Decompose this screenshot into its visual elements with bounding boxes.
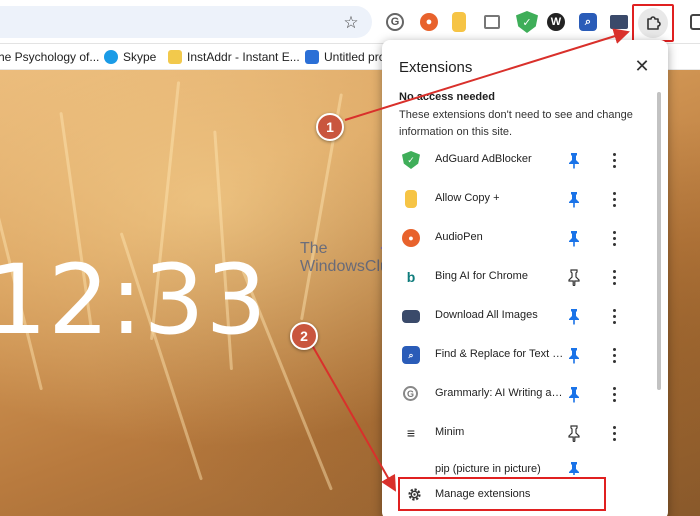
adguard-icon: ✓: [402, 151, 420, 169]
find-replace-icon: ⌕: [402, 346, 420, 364]
bookmark-skype[interactable]: Skype: [104, 49, 156, 65]
bookmark-label: InstAddr - Instant E...: [187, 50, 300, 64]
download-images-toolbar-icon[interactable]: [610, 15, 628, 29]
extension-row-pip[interactable]: pip (picture in picture): [382, 453, 656, 475]
bookmark-label: Skype: [123, 50, 157, 64]
clock-time: 12:33: [0, 244, 268, 356]
more-options-icon[interactable]: [607, 385, 621, 404]
bookmark-untitled[interactable]: Untitled pro: [305, 49, 385, 65]
window-toolbar-icon[interactable]: [484, 15, 500, 29]
skype-icon: [104, 50, 118, 64]
more-options-icon[interactable]: [607, 307, 621, 326]
extension-name: Bing AI for Chrome: [435, 270, 528, 282]
adguard-toolbar-icon[interactable]: ✓: [516, 11, 538, 33]
grammarly-icon: G: [403, 386, 418, 401]
address-bar[interactable]: [0, 6, 372, 38]
manage-extensions-button[interactable]: Manage extensions: [398, 477, 606, 511]
extension-row-minim[interactable]: ≡ Minim: [382, 414, 656, 453]
more-options-icon[interactable]: [607, 346, 621, 365]
gear-icon: [408, 488, 421, 501]
extension-row-download-images[interactable]: Download All Images: [382, 297, 656, 336]
minim-icon: ≡: [402, 424, 420, 442]
browser-toolbar: ☆ G ● ✓ W ⌕: [0, 0, 700, 44]
allow-copy-icon: [405, 190, 417, 208]
more-options-icon[interactable]: [607, 268, 621, 287]
manage-extensions-label: Manage extensions: [435, 488, 531, 500]
bookmark-instaddr[interactable]: InstAddr - Instant E...: [168, 49, 300, 65]
extension-name: pip (picture in picture): [435, 463, 541, 475]
instaddr-icon: [168, 50, 182, 64]
page-icon: [305, 50, 319, 64]
scrollbar[interactable]: [657, 92, 661, 390]
pin-icon[interactable]: [566, 461, 582, 475]
find-replace-toolbar-icon[interactable]: ⌕: [579, 13, 597, 31]
extension-name: Download All Images: [435, 309, 538, 321]
section-heading: No access needed: [399, 91, 495, 103]
pin-icon[interactable]: [566, 230, 582, 247]
extension-row-audiopen[interactable]: ● AudioPen: [382, 219, 656, 258]
bing-icon: b: [402, 268, 420, 286]
grammarly-toolbar-icon[interactable]: G: [386, 13, 404, 31]
pin-icon[interactable]: [566, 191, 582, 208]
menu-title: Extensions: [399, 59, 473, 76]
pin-icon[interactable]: [566, 386, 582, 403]
audiopen-icon: ●: [402, 229, 420, 247]
extension-name: Find & Replace for Text Editing: [435, 348, 565, 360]
step-badge-2: 2: [290, 322, 318, 350]
pin-outline-icon[interactable]: [566, 425, 582, 442]
allow-copy-toolbar-icon[interactable]: [452, 12, 466, 32]
pin-outline-icon[interactable]: [566, 269, 582, 286]
section-description: These extensions don't need to see and c…: [399, 109, 633, 138]
bookmark-star-icon[interactable]: ☆: [340, 12, 362, 34]
more-options-icon[interactable]: [607, 151, 621, 170]
download-images-icon: [402, 310, 420, 323]
extension-name: Allow Copy +: [435, 192, 500, 204]
extension-name: AdGuard AdBlocker: [435, 153, 532, 165]
extension-row-find-replace[interactable]: ⌕ Find & Replace for Text Editing: [382, 336, 656, 375]
more-options-icon[interactable]: [607, 190, 621, 209]
extension-name: Grammarly: AI Writing and Grammar Checke…: [435, 387, 565, 399]
wordpress-toolbar-icon[interactable]: W: [547, 13, 565, 31]
puzzle-icon: [638, 8, 668, 38]
pin-icon[interactable]: [566, 308, 582, 325]
extension-row-grammarly[interactable]: G Grammarly: AI Writing and Grammar Chec…: [382, 375, 656, 414]
close-icon[interactable]: ✕: [632, 56, 652, 76]
more-options-icon[interactable]: [607, 424, 621, 443]
extensions-menu: Extensions ✕ No access needed These exte…: [382, 40, 668, 516]
bookmark-psychology[interactable]: he Psychology of...: [0, 49, 99, 65]
side-panel-icon[interactable]: [690, 14, 700, 30]
step-badge-1: 1: [316, 113, 344, 141]
extension-row-bing-ai[interactable]: b Bing AI for Chrome: [382, 258, 656, 297]
extension-row-adguard[interactable]: ✓ AdGuard AdBlocker: [382, 141, 656, 180]
more-options-icon[interactable]: [607, 229, 621, 248]
audiopen-toolbar-icon[interactable]: ●: [420, 13, 438, 31]
pin-icon[interactable]: [566, 152, 582, 169]
extensions-button[interactable]: [632, 4, 674, 42]
extension-row-allow-copy[interactable]: Allow Copy +: [382, 180, 656, 219]
bookmark-label: he Psychology of...: [0, 50, 100, 64]
extension-name: AudioPen: [435, 231, 483, 243]
pin-icon[interactable]: [566, 347, 582, 364]
bookmark-label: Untitled pro: [324, 50, 386, 64]
extension-name: Minim: [435, 426, 465, 438]
